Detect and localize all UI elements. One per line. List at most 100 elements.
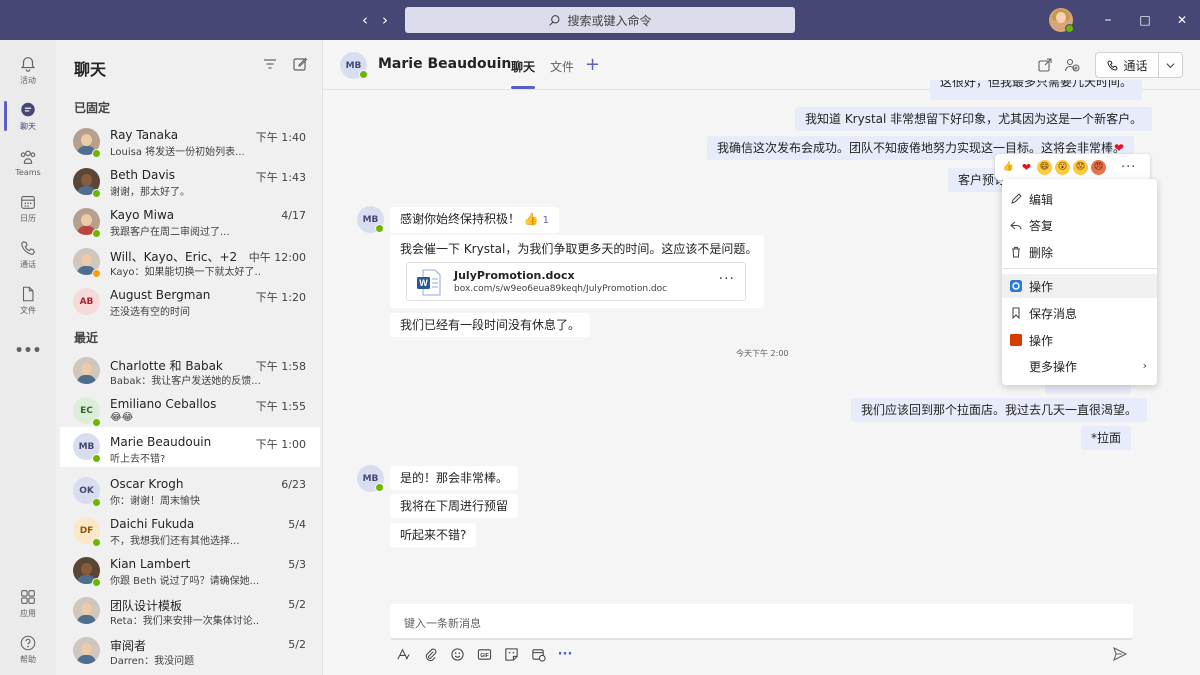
surprised-reaction-icon[interactable]: 😮	[1055, 159, 1070, 175]
attachment-name[interactable]: JulyPromotion.docx	[454, 269, 575, 282]
outgoing-message[interactable]: 我知道 Krystal 非常想留下好印象，尤其因为这是一个新客户。	[795, 107, 1153, 131]
reply-icon	[1010, 219, 1022, 231]
new-chat-icon[interactable]	[292, 56, 308, 72]
angry-reaction-icon[interactable]: 😠	[1091, 159, 1106, 175]
add-tab-icon[interactable]: +	[585, 54, 600, 75]
chat-item-daichi-fukuda[interactable]: DF Daichi Fukuda 5/4 不，我想我们还有其他选择...	[60, 513, 320, 553]
outgoing-message[interactable]: 这很好，但我最多只需要几天时间。	[930, 80, 1143, 100]
gif-icon[interactable]: GIF	[476, 646, 492, 662]
rail-chat[interactable]: 聊天	[0, 93, 56, 139]
office-icon	[1010, 334, 1022, 346]
rail-teams[interactable]: Teams	[0, 139, 56, 185]
chat-item-reviewers[interactable]: 审阅者 5/2 Darren：我没问题	[60, 633, 320, 673]
attach-icon[interactable]	[422, 646, 438, 662]
close-button[interactable]: ✕	[1172, 10, 1192, 30]
rail-more[interactable]: •••	[0, 328, 56, 374]
chevron-left-icon[interactable]: ‹	[355, 10, 375, 30]
compose-box[interactable]: 键入一条新消息	[390, 604, 1133, 640]
sad-reaction-icon[interactable]: 😟	[1073, 159, 1088, 175]
rail-label: 聊天	[20, 121, 36, 131]
more-options-icon[interactable]: ···	[557, 646, 573, 662]
send-icon[interactable]	[1112, 646, 1128, 662]
thumbs-up-reaction-icon[interactable]: 👍	[524, 212, 539, 226]
tab-chat[interactable]: 聊天	[511, 58, 535, 75]
chat-item-team-design-template[interactable]: 团队设计模板 5/2 Reta：我们来安排一次集体讨论...	[60, 593, 320, 633]
incoming-message[interactable]: 我们已经有一段时间没有休息了。	[390, 313, 591, 337]
heart-reaction-icon[interactable]: ❤	[1019, 160, 1034, 175]
chat-item-preview: Babak：我让客户发送她的反馈...	[110, 376, 260, 387]
presence-available-icon	[92, 454, 101, 463]
presence-available-icon	[375, 224, 384, 233]
chat-item-preview: Darren：我没问题	[110, 656, 195, 667]
search-input[interactable]: 搜索或键入命令	[405, 7, 795, 33]
avatar	[73, 637, 100, 664]
chevron-right-icon[interactable]: ›	[375, 10, 395, 30]
incoming-message[interactable]: 听起来不错?	[390, 523, 477, 547]
menu-item-action-app[interactable]: 操作	[1002, 328, 1157, 352]
chat-item-time: 下午 1:43	[255, 171, 306, 184]
chat-item-marie-beaudouin[interactable]: MB Marie Beaudouin 下午 1:00 听上去不错?	[60, 427, 320, 467]
schedule-meeting-icon[interactable]	[530, 646, 546, 662]
title-bar: ‹ › 搜索或键入命令 – □ ✕	[0, 0, 1200, 40]
menu-item-save-message[interactable]: 保存消息	[1002, 301, 1157, 325]
chat-item-charlotte-babak[interactable]: Charlotte 和 Babak 下午 1:58 Babak：我让客户发送她的…	[60, 353, 320, 393]
phone-icon	[21, 240, 35, 255]
more-options-icon[interactable]: ···	[1121, 160, 1136, 175]
rail-help[interactable]: 帮助	[0, 626, 56, 672]
attachment-url: box.com/s/w9eo6eua89keqh/JulyPromotion.d…	[454, 284, 668, 294]
rail-calls[interactable]: 通话	[0, 231, 56, 277]
chat-item-oscar-krogh[interactable]: OK Oscar Krogh 6/23 你：谢谢！周末愉快	[60, 473, 320, 513]
file-icon	[22, 286, 34, 301]
rail-calendar[interactable]: 日历	[0, 185, 56, 231]
chat-item-name: Oscar Krogh	[110, 477, 184, 491]
chat-item-preview: 谢谢，那太好了。	[110, 187, 190, 198]
add-people-icon[interactable]	[1064, 57, 1080, 73]
like-reaction-icon[interactable]: 👍	[1001, 160, 1016, 175]
chat-item-preview: 你跟 Beth 说过了吗？请确保她...	[110, 576, 260, 587]
chat-item-august-bergman[interactable]: AB August Bergman 下午 1:20 还没选有空的时间	[60, 284, 320, 324]
rail-label: Teams	[15, 167, 41, 177]
menu-item-reply[interactable]: 答复	[1002, 213, 1157, 237]
chat-item-kian-lambert[interactable]: Kian Lambert 5/3 你跟 Beth 说过了吗？请确保她...	[60, 553, 320, 593]
rail-activity[interactable]: 活动	[0, 47, 56, 93]
chat-item-group-will-kayo-eric[interactable]: Will、Kayo、Eric、+2 中午 12:00 Kayo：如果能切换一下就…	[60, 244, 320, 284]
emoji-icon[interactable]	[449, 646, 465, 662]
call-button[interactable]: 通话	[1095, 52, 1183, 78]
more-options-icon[interactable]: ···	[719, 271, 735, 287]
chat-item-ray-tanaka[interactable]: Ray Tanaka 下午 1:40 Louisa 将发送一份初始列表...	[60, 124, 320, 164]
apps-icon	[21, 589, 35, 604]
menu-item-edit[interactable]: 编辑	[1002, 187, 1157, 211]
tab-files[interactable]: 文件	[550, 58, 574, 75]
chat-item-name: Kian Lambert	[110, 557, 191, 571]
call-label: 通话	[1123, 58, 1148, 73]
search-icon	[549, 14, 560, 26]
pop-out-icon[interactable]	[1037, 57, 1053, 73]
incoming-message[interactable]: 我将在下周进行预留	[390, 494, 519, 518]
file-attachment[interactable]: W JulyPromotion.docx box.com/s/w9eo6eua8…	[406, 262, 746, 301]
chat-item-preview: 还没选有空的时间	[110, 307, 190, 318]
menu-item-action[interactable]: 操作	[1002, 274, 1157, 298]
rail-label: 文件	[20, 305, 36, 315]
chat-item-time: 5/2	[288, 598, 306, 611]
laugh-reaction-icon[interactable]: 😄	[1037, 159, 1052, 175]
incoming-message[interactable]: 感谢你始终保持积极！ 👍 1	[390, 207, 559, 233]
menu-item-more-actions[interactable]: 更多操作 ›	[1002, 354, 1157, 378]
rail-label: 活动	[20, 75, 36, 85]
format-icon[interactable]	[395, 646, 411, 662]
chat-item-name: Daichi Fukuda	[110, 517, 195, 531]
incoming-message[interactable]: 是的！那会非常棒。	[390, 466, 519, 490]
chat-list-title: 聊天	[74, 60, 107, 79]
bell-icon	[20, 56, 36, 72]
menu-item-delete[interactable]: 删除	[1002, 240, 1157, 264]
maximize-button[interactable]: □	[1135, 10, 1155, 30]
minimize-button[interactable]: –	[1098, 10, 1118, 30]
filter-icon[interactable]	[262, 56, 278, 72]
chat-item-kayo-miwa[interactable]: Kayo Miwa 4/17 我跟客户在周二审阅过了...	[60, 204, 320, 244]
rail-apps[interactable]: 应用	[0, 580, 56, 626]
chevron-down-icon[interactable]	[1159, 60, 1182, 71]
outgoing-message[interactable]: *拉面	[1081, 426, 1132, 450]
rail-files[interactable]: 文件	[0, 277, 56, 323]
chat-item-beth-davis[interactable]: Beth Davis 下午 1:43 谢谢，那太好了。	[60, 164, 320, 204]
outgoing-message[interactable]: 我们应该回到那个拉面店。我过去几天一直很渴望。	[851, 398, 1148, 422]
sticker-icon[interactable]	[503, 646, 519, 662]
